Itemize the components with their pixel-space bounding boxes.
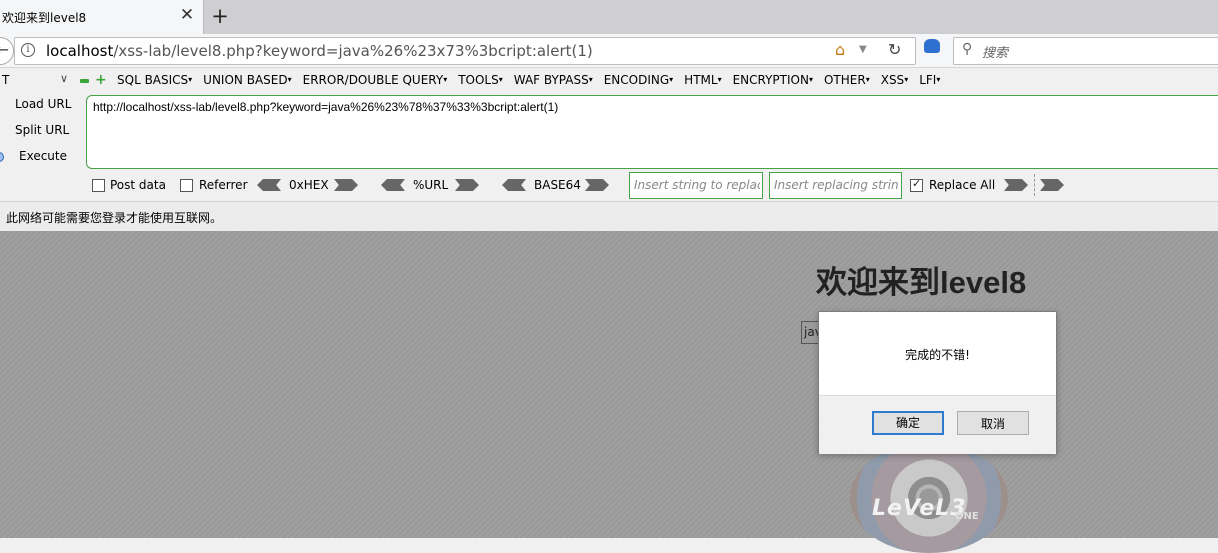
menu-encoding[interactable]: ENCODING▾ — [604, 73, 673, 87]
tab-title: 欢迎来到level8 — [2, 11, 87, 25]
reload-icon[interactable]: ↻ — [888, 40, 901, 59]
version-select[interactable]: T ∨ — [0, 71, 74, 90]
menu-lfi[interactable]: LFI▾ — [919, 73, 940, 87]
replace-string-placeholder: Insert replacing string — [774, 178, 899, 192]
menu-union-based[interactable]: UNION BASED▾ — [203, 73, 291, 87]
base64-encode-icon[interactable] — [585, 179, 609, 191]
url-text[interactable]: localhost/xss-lab/level8.php?keyword=jav… — [46, 42, 593, 60]
search-bar[interactable]: ⚲ 搜索 — [953, 37, 1218, 65]
hex-label: 0xHEX — [289, 178, 329, 192]
chevron-down-icon: ∨ — [60, 72, 69, 85]
version-value: T — [2, 73, 10, 87]
search-icon: ⚲ — [962, 41, 973, 57]
referrer-label: Referrer — [199, 178, 248, 192]
info-icon[interactable]: i — [21, 43, 35, 57]
menu-tools[interactable]: TOOLS▾ — [458, 73, 503, 87]
hex-decode-icon[interactable] — [257, 179, 281, 191]
search-placeholder: 搜索 — [982, 46, 1009, 61]
menu-waf-bypass[interactable]: WAF BYPASS▾ — [514, 73, 593, 87]
history-dropdown-icon[interactable]: ▼ — [859, 44, 867, 55]
menu-xss[interactable]: XSS▾ — [881, 73, 908, 87]
hackbar-menu: SQL BASICS▾ UNION BASED▾ ERROR/DOUBLE QU… — [117, 73, 951, 87]
replace-string-input[interactable]: Insert replacing string — [769, 172, 902, 199]
post-data-label: Post data — [110, 178, 166, 192]
logo-subtext: ONE — [955, 511, 979, 522]
post-data-checkbox[interactable] — [92, 179, 105, 192]
find-string-input[interactable]: Insert string to replace — [629, 172, 763, 199]
logo-text: LeVeL3 — [872, 496, 967, 521]
url-path: /xss-lab/level8.php?keyword=java%26%23x7… — [113, 42, 593, 60]
replace-all-checkbox[interactable] — [910, 177, 923, 192]
home-icon[interactable]: ⌂ — [835, 40, 845, 59]
menu-html[interactable]: HTML▾ — [684, 73, 721, 87]
page-heading: 欢迎来到level8 — [816, 265, 1027, 300]
url-host: localhost — [46, 42, 114, 60]
execute-button[interactable]: Execute — [19, 149, 67, 163]
menu-other[interactable]: OTHER▾ — [824, 73, 870, 87]
dialog-footer: 确定 取消 — [819, 395, 1056, 454]
notification-bar: 此网络可能需要您登录才能使用互联网。 — [0, 201, 1218, 232]
execute-icon — [0, 152, 4, 162]
back-arrow-icon: ← — [0, 40, 9, 59]
cancel-button[interactable]: 取消 — [957, 411, 1029, 435]
tab-active[interactable]: 欢迎来到level8 ✕ — [0, 0, 204, 34]
notification-text: 此网络可能需要您登录才能使用互联网。 — [6, 211, 223, 225]
load-url-button[interactable]: Load URL — [15, 97, 71, 111]
referrer-checkbox[interactable] — [180, 179, 193, 192]
tab-strip: 欢迎来到level8 ✕ + — [0, 0, 1218, 34]
url-decode-icon[interactable] — [381, 179, 405, 191]
dialog-message: 完成的不错! — [905, 348, 970, 362]
plus-icon[interactable]: + — [95, 73, 107, 87]
base64-label: BASE64 — [534, 178, 581, 192]
new-tab-icon[interactable]: + — [210, 4, 230, 28]
replace-all-label: Replace All — [929, 178, 996, 192]
base64-decode-icon[interactable] — [502, 179, 526, 191]
menu-encryption[interactable]: ENCRYPTION▾ — [733, 73, 813, 87]
tab-close-icon[interactable]: ✕ — [178, 5, 196, 25]
alert-dialog: 完成的不错! 确定 取消 — [818, 311, 1057, 454]
ok-button[interactable]: 确定 — [872, 411, 944, 435]
back-button[interactable]: ← — [0, 37, 14, 65]
divider — [1034, 174, 1035, 196]
hackbar-menu-row: T ∨ + SQL BASICS▾ UNION BASED▾ ERROR/DOU… — [0, 69, 1218, 93]
find-string-placeholder: Insert string to replace — [634, 178, 760, 192]
url-encode-label: %URL — [413, 178, 449, 192]
hex-encode-icon[interactable] — [334, 179, 358, 191]
replace-execute-icon[interactable] — [1004, 179, 1028, 191]
url-encode-icon[interactable] — [455, 179, 479, 191]
extension-icon[interactable] — [924, 39, 940, 53]
menu-sql-basics[interactable]: SQL BASICS▾ — [117, 73, 192, 87]
hackbar-url-value: http://localhost/xss-lab/level8.php?keyw… — [93, 100, 559, 114]
hackbar-url-textarea[interactable]: http://localhost/xss-lab/level8.php?keyw… — [86, 95, 1218, 169]
minus-icon[interactable] — [80, 79, 89, 83]
split-url-button[interactable]: Split URL — [15, 123, 69, 137]
url-bar[interactable]: i localhost/xss-lab/level8.php?keyword=j… — [14, 37, 916, 65]
replace-next-icon[interactable] — [1040, 179, 1064, 191]
menu-error-double-query[interactable]: ERROR/DOUBLE QUERY▾ — [303, 73, 448, 87]
